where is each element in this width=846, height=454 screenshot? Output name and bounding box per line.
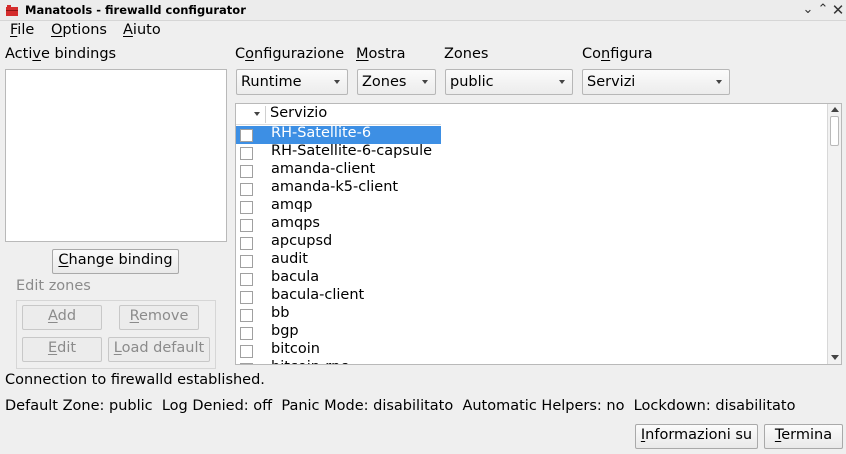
service-checkbox[interactable] (240, 273, 253, 286)
configura-label: Configura (582, 46, 653, 62)
mostra-label: Mostra (356, 46, 406, 62)
close-button[interactable]: ✕ (830, 2, 846, 18)
remove-zone-button[interactable]: Remove (119, 305, 199, 330)
close-icon: ✕ (831, 1, 845, 19)
table-row[interactable]: amanda-k5-client (236, 179, 441, 198)
service-name: bacula-client (271, 287, 365, 303)
service-name: RH-Satellite-6 (271, 125, 372, 141)
menu-file[interactable]: File (10, 22, 34, 40)
quit-button[interactable]: Termina (764, 424, 843, 449)
table-row[interactable]: RH-Satellite-6 (236, 125, 441, 144)
configura-select[interactable]: Servizi (582, 69, 730, 95)
change-binding-button[interactable]: Change binding (52, 249, 179, 274)
add-zone-button[interactable]: Add (22, 305, 102, 330)
table-row[interactable]: bgp (236, 323, 441, 342)
sort-chevron-icon[interactable] (254, 112, 260, 116)
table-row[interactable]: bb (236, 305, 441, 324)
scroll-up-icon[interactable] (831, 107, 839, 112)
table-row[interactable]: bitcoin (236, 341, 441, 360)
service-name: amanda-k5-client (271, 179, 399, 195)
maximize-button[interactable]: ⌃ (815, 2, 831, 18)
configurazione-label: Configurazione (235, 46, 345, 62)
services-table[interactable]: Servizio RH-Satellite-6 RH-Satellite-6-ca… (235, 103, 842, 365)
service-checkbox[interactable] (240, 201, 253, 214)
service-checkbox[interactable] (240, 345, 253, 358)
active-bindings-list[interactable] (5, 69, 227, 242)
chevron-down-icon (334, 80, 340, 84)
firewall-details: Default Zone: public Log Denied: off Pan… (5, 398, 796, 414)
service-name: amqps (271, 215, 320, 231)
chevron-up-icon: ⌃ (817, 2, 829, 17)
service-checkbox[interactable] (240, 219, 253, 232)
connection-status: Connection to firewalld established. (5, 372, 265, 388)
menu-options[interactable]: Options (51, 22, 107, 40)
service-checkbox[interactable] (240, 309, 253, 322)
table-row[interactable]: amanda-client (236, 161, 441, 180)
service-name: bb (271, 305, 290, 321)
mostra-select[interactable]: Zones (357, 69, 436, 95)
window-title: Manatools - firewalld configurator (25, 3, 246, 17)
service-checkbox[interactable] (240, 255, 253, 268)
scroll-down-icon[interactable] (831, 355, 839, 360)
service-name: audit (271, 251, 308, 267)
column-divider (265, 106, 266, 123)
menu-aiuto[interactable]: Aiuto (123, 22, 161, 40)
app-icon (6, 5, 18, 16)
service-name: RH-Satellite-6-capsule (271, 143, 433, 159)
load-default-button[interactable]: Load default (108, 337, 210, 362)
chevron-down-icon (422, 80, 428, 84)
edit-zones-label: Edit zones (16, 278, 91, 294)
service-name: bitcoin (271, 341, 320, 357)
table-row[interactable]: bacula (236, 269, 441, 288)
service-name: bitcoin-rpc (271, 359, 348, 364)
table-row[interactable]: bitcoin-rpc (236, 359, 441, 364)
service-checkbox[interactable] (240, 237, 253, 250)
service-name: amqp (271, 197, 313, 213)
service-name: apcupsd (271, 233, 333, 249)
service-checkbox[interactable] (240, 147, 253, 160)
info-button[interactable]: Informazioni su (635, 424, 758, 449)
zones-label: Zones (444, 46, 489, 62)
edit-zone-button[interactable]: Edit (22, 337, 102, 362)
table-row[interactable]: amqp (236, 197, 441, 216)
table-header[interactable]: Servizio (236, 104, 441, 125)
zones-select[interactable]: public (445, 69, 573, 95)
service-checkbox[interactable] (240, 129, 253, 142)
service-checkbox[interactable] (240, 327, 253, 340)
service-checkbox[interactable] (240, 165, 253, 178)
service-checkbox[interactable] (240, 363, 253, 364)
minimize-button[interactable]: ⌄ (800, 2, 816, 18)
table-row[interactable]: apcupsd (236, 233, 441, 252)
table-row[interactable]: amqps (236, 215, 441, 234)
chevron-down-icon (716, 80, 722, 84)
service-name: amanda-client (271, 161, 376, 177)
vertical-scrollbar[interactable] (827, 104, 841, 364)
service-checkbox[interactable] (240, 183, 253, 196)
title-bar[interactable]: Manatools - firewalld configurator ⌄ ⌃ ✕ (0, 0, 846, 21)
chevron-down-icon (559, 80, 565, 84)
column-header-servizio[interactable]: Servizio (270, 105, 327, 121)
table-row[interactable]: RH-Satellite-6-capsule (236, 143, 441, 162)
table-row[interactable]: audit (236, 251, 441, 270)
service-name: bgp (271, 323, 299, 339)
service-checkbox[interactable] (240, 291, 253, 304)
service-name: bacula (271, 269, 320, 285)
configurazione-select[interactable]: Runtime (236, 69, 348, 95)
table-row[interactable]: bacula-client (236, 287, 441, 306)
scroll-thumb[interactable] (830, 116, 839, 146)
active-bindings-label: Active bindings (5, 46, 117, 62)
chevron-down-icon: ⌄ (802, 2, 814, 17)
